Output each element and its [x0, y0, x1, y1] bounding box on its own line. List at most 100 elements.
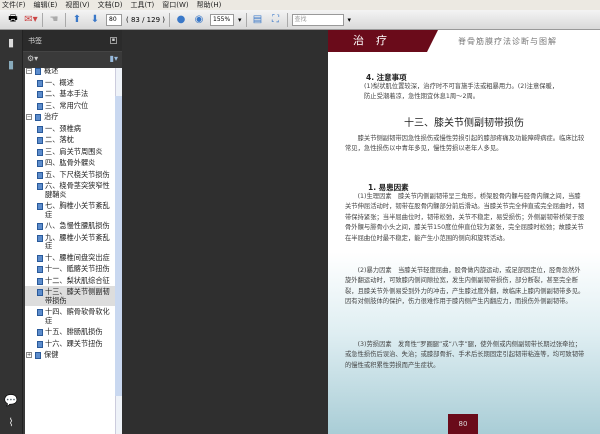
scrollbar-thumb[interactable] — [115, 96, 122, 396]
bookmark-label: 保健 — [44, 350, 59, 359]
bookmark-item[interactable]: 六、桡骨茎突狭窄性腱鞘炎 — [25, 180, 122, 200]
bookmark-label: 八、急慢性腰肌损伤 — [45, 221, 110, 230]
panel-header: 书签 ▪ — [23, 30, 122, 52]
page-number-input[interactable]: 80 — [106, 13, 122, 26]
divider — [245, 12, 247, 27]
divider — [286, 12, 288, 27]
bookmark-icon — [35, 68, 41, 75]
bookmark-label: 三、肩关节周围炎 — [45, 146, 103, 156]
next-page-icon[interactable]: ⬇ — [88, 13, 102, 27]
bookmark-icon — [37, 125, 43, 133]
bookmark-item[interactable]: − 概述 — [25, 68, 122, 77]
menu-tools[interactable]: 工具(T) — [131, 0, 155, 10]
menu-bar: 文件(F) 编辑(E) 视图(V) 文档(D) 工具(T) 窗口(W) 帮助(H… — [0, 0, 600, 10]
bookmark-label: 一、颈椎病 — [45, 123, 81, 133]
bookmark-item[interactable]: 七、胸椎小关节紊乱症 — [25, 200, 122, 220]
scrollbar[interactable] — [115, 68, 122, 434]
prev-page-icon[interactable]: ⬆ — [70, 13, 84, 27]
fit-page-icon[interactable]: ▤ — [251, 13, 265, 27]
bookmark-item[interactable]: 四、肱骨外髁炎 — [25, 157, 122, 169]
bookmark-item[interactable]: 十五、腓肠肌损伤 — [25, 326, 122, 338]
bookmark-label: 十一、骶髂关节扭伤 — [45, 264, 110, 273]
paragraph: (1)梨状肌位置较深，治疗时不可盲施手法或粗暴用力。(2)注意保暖，防止受潮着凉… — [364, 83, 559, 101]
comments-icon[interactable]: 💬 — [4, 394, 18, 408]
zoom-dropdown-icon[interactable]: ▾ — [238, 16, 242, 24]
bookmark-label: 四、肱骨外髁炎 — [45, 158, 96, 167]
bookmark-icon — [37, 329, 43, 336]
divider — [42, 12, 43, 27]
bookmark-label: 十、腰椎间盘突出症 — [45, 252, 110, 262]
full-screen-icon[interactable]: ⛶ — [269, 13, 283, 27]
bookmark-item[interactable]: 十四、髌骨软骨软化症 — [25, 306, 122, 326]
bookmark-item[interactable]: 五、下尺桡关节损伤 — [25, 169, 122, 181]
bookmark-icon — [37, 91, 43, 98]
toolbar: 🖶 ✉▾ ☚ ⬆ ⬇ 80 ( 83 / 129 ) ● ◉ 155% ▾ ▤ ⛶… — [0, 10, 600, 30]
panel-options-icon[interactable]: ▪ — [110, 37, 117, 44]
bookmark-label: 十六、踝关节扭伤 — [45, 338, 103, 348]
bookmark-item[interactable]: 三、常用穴位 — [25, 100, 122, 112]
expand-toggle-icon[interactable]: − — [26, 114, 32, 120]
menu-edit[interactable]: 编辑(E) — [34, 0, 58, 10]
print-icon[interactable]: 🖶 — [6, 13, 20, 27]
bookmark-item[interactable]: 一、颈椎病 — [25, 123, 122, 135]
bookmark-item[interactable]: − 治疗 — [25, 111, 122, 123]
bookmark-icon — [35, 114, 41, 121]
menu-document[interactable]: 文档(D) — [98, 0, 123, 10]
zoom-select[interactable]: 155% — [210, 13, 234, 26]
bookmark-label: 十二、梨状肌综合征 — [45, 275, 110, 285]
bookmark-item[interactable]: 八、急慢性腰肌损伤 — [25, 220, 122, 232]
bookmarks-icon[interactable]: ▮ — [4, 58, 18, 72]
bookmark-label: 十五、腓肠肌损伤 — [45, 327, 103, 336]
bookmark-icon — [37, 289, 43, 296]
gear-icon[interactable]: ⚙▾ — [27, 54, 38, 63]
bookmark-icon — [37, 309, 43, 316]
bookmark-item[interactable]: 二、基本手法 — [25, 88, 122, 100]
collaborate-icon[interactable]: ✉▾ — [24, 13, 38, 27]
bookmark-item[interactable]: 三、肩关节周围炎 — [25, 146, 122, 158]
bookmarks-panel: 书签 ▪ ⚙▾ ▮▾ − 概述 一、概述 二、基本手法三、常用穴位 − 治疗一、颈椎病 二、落… — [22, 30, 122, 434]
section-title: 十三、膝关节侧副韧带损伤 — [404, 118, 524, 129]
bookmark-label: 九、腰椎小关节紊乱症 — [45, 232, 110, 250]
paragraph: (3)劳损因素 发育性“罗圈腿”或“八字”腿，使外侧或内侧副韧带长期过张牵拉；或… — [345, 341, 585, 369]
bookmark-label: 治疗 — [44, 112, 59, 121]
bookmark-label: 六、桡骨茎突狭窄性腱鞘炎 — [45, 181, 110, 199]
bookmark-item[interactable]: 十三、膝关节侧副韧带损伤 — [25, 286, 122, 306]
panel-toolbar: ⚙▾ ▮▾ — [23, 52, 122, 68]
bookmark-item[interactable]: 九、腰椎小关节紊乱症 — [25, 232, 122, 252]
hand-icon[interactable]: ☚ — [47, 13, 61, 27]
paragraph: 膝关节侧副韧带因急性损伤或慢性劳损引起的膝部疼痛及功能障碍病症。临床比较常见，急… — [345, 135, 585, 153]
new-bookmark-icon[interactable]: ▮▾ — [110, 54, 118, 63]
menu-window[interactable]: 窗口(W) — [162, 0, 188, 10]
paragraph: (2)暴力因素 当膝关节轻度屈曲，股骨做内旋运动，或足部固定位，胫骨忽然外旋外翻… — [345, 267, 585, 306]
menu-file[interactable]: 文件(F) — [2, 0, 26, 10]
bookmark-item[interactable]: 一、概述 — [25, 77, 122, 89]
bookmark-item[interactable]: 十一、骶髂关节扭伤 — [25, 263, 122, 275]
bookmark-item[interactable]: 十、腰椎间盘突出症 — [25, 252, 122, 264]
bookmark-icon — [37, 234, 43, 242]
search-input[interactable]: 查找 — [291, 13, 344, 26]
pages-icon[interactable]: ▮ — [4, 36, 18, 50]
bookmark-icon — [37, 340, 43, 348]
bookmark-item[interactable]: + 保健 — [25, 349, 122, 361]
bookmark-label: 二、基本手法 — [45, 89, 89, 98]
bookmark-item[interactable]: 十二、梨状肌综合征 — [25, 275, 122, 287]
bookmark-icon — [35, 352, 41, 359]
zoom-in-icon[interactable]: ◉ — [192, 13, 206, 27]
bookmark-icon — [37, 160, 43, 167]
bookmark-item[interactable]: 二、落枕 — [25, 134, 122, 146]
search-dropdown-icon[interactable]: ▾ — [348, 16, 352, 24]
bookmark-label: 五、下尺桡关节损伤 — [45, 169, 110, 179]
bookmark-icon — [37, 148, 43, 156]
zoom-out-icon[interactable]: ● — [174, 13, 188, 27]
expand-toggle-icon[interactable]: − — [26, 68, 32, 74]
chapter-band: 治疗 — [328, 30, 438, 52]
bookmark-icon — [37, 203, 43, 210]
menu-help[interactable]: 帮助(H) — [197, 0, 222, 10]
page-header-title: 脊骨筋膜疗法诊断与图解 — [458, 37, 557, 46]
expand-toggle-icon[interactable]: + — [26, 352, 32, 358]
menu-view[interactable]: 视图(V) — [65, 0, 89, 10]
pdf-page: 治疗 脊骨筋膜疗法诊断与图解 4. 注意事项 (1)梨状肌位置较深，治疗时不可盲… — [328, 30, 600, 434]
bookmark-item[interactable]: 十六、踝关节扭伤 — [25, 338, 122, 350]
attachments-icon[interactable]: ⌇ — [4, 416, 18, 430]
bookmark-icon — [37, 137, 43, 144]
